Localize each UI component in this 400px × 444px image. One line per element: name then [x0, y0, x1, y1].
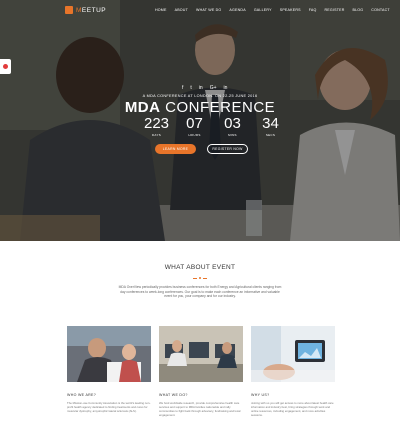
countdown-mins: 03 MINS: [219, 116, 246, 137]
main-menu: HOME ABOUT WHAT WE DO AGENDA GALLERY SPE…: [155, 8, 390, 12]
nav-item-contact[interactable]: CONTACT: [371, 8, 390, 12]
hero-buttons: LEARN MORE REGISTER NOW: [155, 144, 248, 154]
hero-section: MEETUP HOME ABOUT WHAT WE DO AGENDA GALL…: [0, 0, 400, 241]
countdown-timer: 223 DAYS 07 HOURS 03 MINS 34 SECS: [143, 116, 284, 137]
feature-cards: WHO WE ARE? The Mission-use Community As…: [67, 326, 335, 417]
facebook-icon[interactable]: f: [182, 85, 183, 91]
card-title: WHY US?: [251, 393, 270, 397]
nav-item-agenda[interactable]: AGENDA: [229, 8, 245, 12]
logo-rest: EETUP: [81, 6, 107, 14]
card-text: We fund worldwide research, provide comp…: [159, 401, 241, 417]
countdown-label: DAYS: [151, 133, 162, 137]
nav-item-blog[interactable]: BLOG: [353, 8, 364, 12]
logo-mark-icon: [65, 6, 73, 14]
countdown-value: 07: [186, 115, 203, 132]
countdown-value: 03: [224, 115, 241, 132]
top-navbar: MEETUP HOME ABOUT WHAT WE DO AGENDA GALL…: [0, 0, 400, 22]
card-title: WHAT WE DO?: [159, 393, 188, 397]
nav-item-about[interactable]: ABOUT: [175, 8, 188, 12]
card-text: Joining with us you will get access to m…: [251, 401, 334, 417]
feature-card: WHAT WE DO? We fund worldwide research, …: [159, 326, 243, 417]
countdown-label: SECS: [265, 133, 276, 137]
countdown-label: HOURS: [188, 133, 201, 137]
logo-text: MEETUP: [76, 7, 106, 14]
linkedin-icon[interactable]: in: [199, 85, 203, 91]
google-plus-icon[interactable]: G+: [210, 85, 217, 91]
social-links: f t in G+ in: [182, 85, 227, 91]
hero-subtitle: A MDA CONFERENCE AT LONDON. ON 22-25 JUN…: [142, 94, 258, 98]
nav-item-register[interactable]: REGISTER: [325, 8, 345, 12]
countdown-hours: 07 HOURS: [181, 116, 208, 137]
nav-item-what-we-do[interactable]: WHAT WE DO: [196, 8, 221, 12]
card-text: The Mission-use Community Association is…: [67, 401, 151, 413]
card-title: WHO WE ARE?: [67, 393, 97, 397]
hero-title-rest: CONFERENCE: [160, 99, 276, 116]
linkedin-alt-icon[interactable]: in: [224, 85, 228, 91]
section-intro: MDA OverView periodically provides busin…: [118, 285, 282, 299]
feature-card: WHO WE ARE? The Mission-use Community As…: [67, 326, 151, 417]
nav-item-faq[interactable]: FAQ: [309, 8, 317, 12]
title-separator: [193, 276, 207, 280]
countdown-value: 223: [143, 115, 170, 132]
card-image-computers[interactable]: [159, 326, 243, 382]
hero-title: MDA CONFERENCE: [0, 99, 400, 116]
countdown-value: 34: [262, 115, 279, 132]
nav-item-home[interactable]: HOME: [155, 8, 167, 12]
card-image-office[interactable]: [67, 326, 151, 382]
side-settings-tab[interactable]: [0, 59, 11, 74]
gear-icon: [3, 64, 8, 69]
nav-item-gallery[interactable]: GALLERY: [254, 8, 272, 12]
countdown-days: 223 DAYS: [143, 116, 170, 137]
feature-card: WHY US? Joining with us you will get acc…: [251, 326, 335, 417]
card-image-tablet[interactable]: [251, 326, 335, 382]
hero-title-bold: MDA: [124, 99, 161, 116]
brand-logo[interactable]: MEETUP: [65, 6, 106, 14]
learn-more-button[interactable]: LEARN MORE: [155, 144, 196, 154]
twitter-icon[interactable]: t: [190, 85, 191, 91]
register-now-button[interactable]: REGISTER NOW: [207, 144, 248, 154]
countdown-secs: 34 SECS: [257, 116, 284, 137]
nav-item-speakers[interactable]: SPEAKERS: [280, 8, 301, 12]
countdown-label: MINS: [228, 133, 237, 137]
section-title: WHAT ABOUT EVENT: [164, 264, 236, 271]
